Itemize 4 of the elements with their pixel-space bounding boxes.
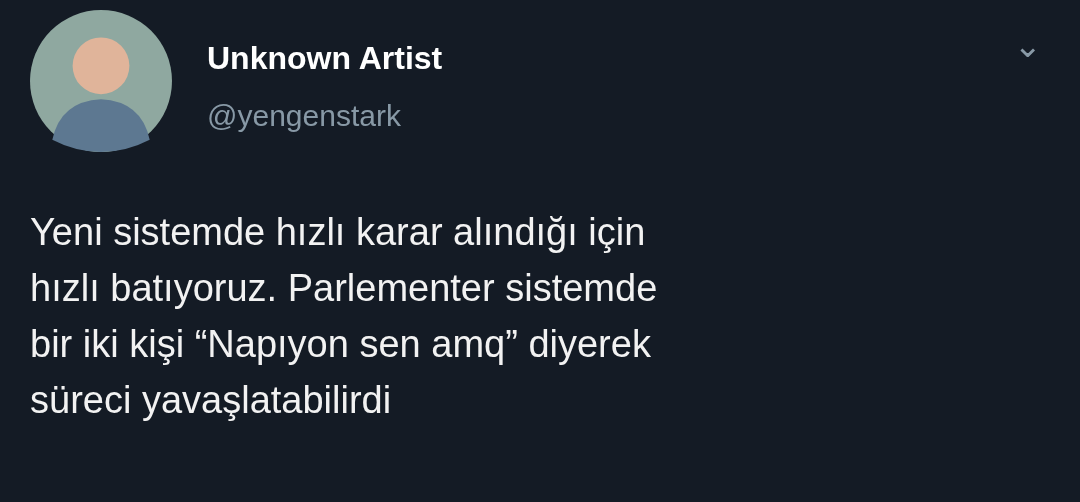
author-name[interactable]: Unknown Artist <box>207 40 443 77</box>
tweet-text: Yeni sistemde hızlı karar alındığı için hızlı batıyoruz. Parlementer sistemde bir iki kişi “Napıyon sen amq” diyerek süreci yavaşlatabilirdi <box>30 210 659 423</box>
author-handle[interactable]: @yengenstark <box>207 99 401 133</box>
more-menu-button[interactable]: ⌄ <box>1005 28 1050 62</box>
